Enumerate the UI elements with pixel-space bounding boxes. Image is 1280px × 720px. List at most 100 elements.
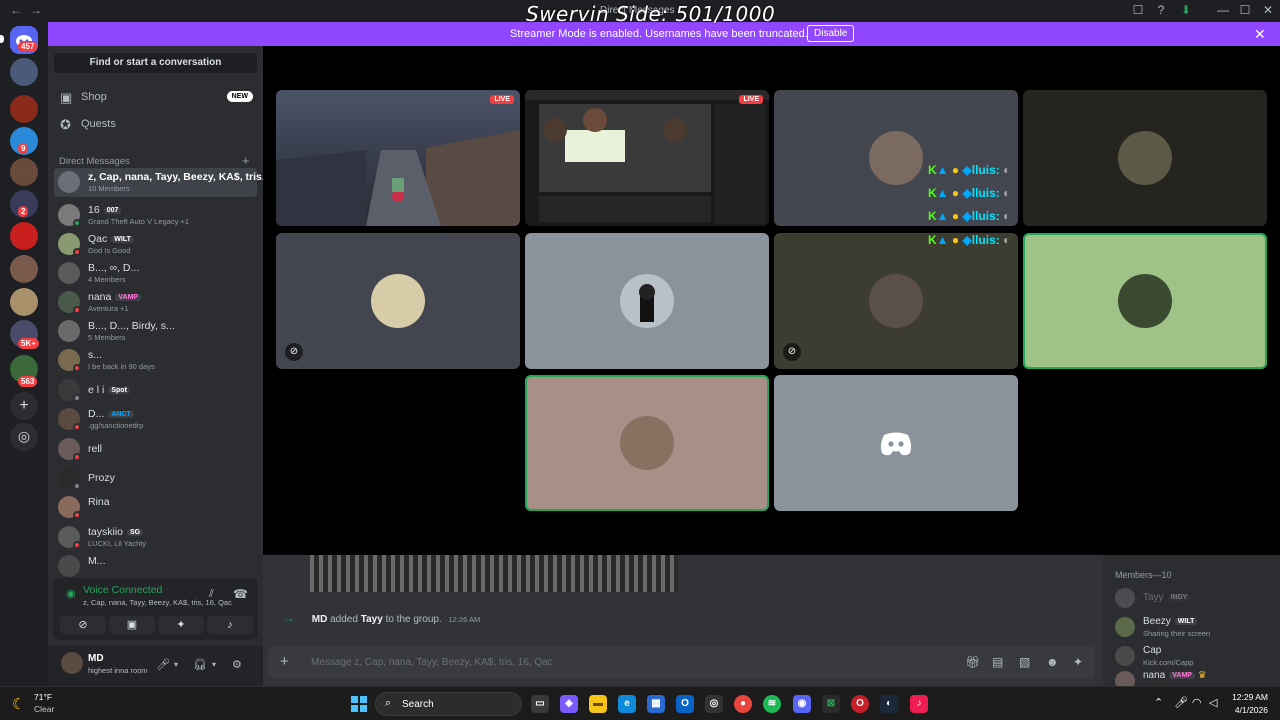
dm-item[interactable]: Rina bbox=[54, 493, 257, 522]
task-view-icon[interactable]: ▭ bbox=[531, 695, 549, 713]
dm-item[interactable]: Prozy bbox=[54, 464, 257, 493]
participant-tile[interactable] bbox=[774, 375, 1018, 511]
participant-tile[interactable] bbox=[1023, 90, 1267, 226]
emoji-icon[interactable]: ☻ bbox=[1046, 655, 1059, 669]
server-icon[interactable] bbox=[10, 58, 38, 86]
chevron-down-icon[interactable]: ▾ bbox=[212, 660, 216, 669]
message-input[interactable]: Message z, Cap, nana, Tayy, Beezy, KA$, … bbox=[311, 657, 553, 668]
member-item[interactable]: Beezy WILT Sharing their screen bbox=[1115, 615, 1275, 641]
microphone-icon[interactable]: 🎤︎ bbox=[156, 658, 170, 671]
stream-tile-screen[interactable]: LIVE bbox=[525, 90, 769, 226]
copilot-icon[interactable]: ◈ bbox=[560, 695, 578, 713]
discord-icon[interactable]: ◉ bbox=[793, 695, 811, 713]
gear-icon[interactable]: ⚙ bbox=[232, 658, 242, 671]
members-panel: Members—10 Tayy INDY Beezy WILT Sharing th… bbox=[1103, 555, 1280, 691]
tiktok-icon[interactable]: ♪ bbox=[910, 695, 928, 713]
member-item[interactable]: Cap Kick.com/Capp bbox=[1115, 644, 1275, 670]
outlook-icon[interactable]: O bbox=[676, 695, 694, 713]
sticker-icon[interactable]: ▧ bbox=[1019, 655, 1030, 669]
chevron-down-icon[interactable]: ▾ bbox=[174, 660, 178, 669]
maximize-icon[interactable]: ☐ bbox=[1236, 3, 1254, 19]
activities-button[interactable]: ✦ bbox=[158, 616, 204, 634]
chat-image-attachment[interactable] bbox=[310, 555, 678, 592]
message-composer[interactable]: + Message z, Cap, nana, Tayy, Beezy, KA$… bbox=[268, 646, 1095, 679]
forward-arrow-icon[interactable]: → bbox=[30, 3, 42, 17]
voice-status[interactable]: Voice Connected bbox=[83, 584, 162, 596]
discover-icon[interactable]: ◎ bbox=[10, 423, 38, 451]
dm-item[interactable]: nana VAMP Aventura +1 bbox=[54, 288, 257, 317]
participant-tile[interactable]: ⊘ bbox=[774, 233, 1018, 369]
chrome-icon[interactable]: ● bbox=[734, 695, 752, 713]
dm-item[interactable]: D... ANCT .gg/sanctionedrp bbox=[54, 405, 257, 434]
quests-nav-item[interactable]: ✪ Quests bbox=[58, 114, 253, 136]
hidden-video-icon[interactable]: ⊘ bbox=[285, 343, 303, 361]
chevron-up-icon[interactable]: ⌃ bbox=[1154, 696, 1163, 709]
microphone-tray-icon[interactable]: 🎤︎ bbox=[1174, 696, 1188, 709]
server-icon[interactable] bbox=[10, 158, 38, 186]
create-dm-icon[interactable]: + bbox=[242, 153, 250, 168]
camera-off-button[interactable]: ⊘ bbox=[60, 616, 106, 634]
dm-item-group[interactable]: z, Cap, nana, Tayy, Beezy, KA$, tris... … bbox=[54, 168, 271, 197]
server-icon[interactable] bbox=[10, 222, 38, 250]
dm-item[interactable]: rell bbox=[54, 435, 257, 464]
server-icon[interactable] bbox=[10, 288, 38, 316]
dm-item[interactable]: M... bbox=[54, 552, 257, 581]
server-icon[interactable] bbox=[10, 95, 38, 123]
banner-close-icon[interactable]: ✕ bbox=[1254, 26, 1266, 43]
attach-plus-icon[interactable]: + bbox=[280, 653, 289, 670]
live-badge: LIVE bbox=[490, 95, 514, 104]
close-window-icon[interactable]: ✕ bbox=[1259, 3, 1277, 19]
shop-nav-item[interactable]: ▣ Shop NEW bbox=[58, 87, 253, 109]
xbox-icon[interactable]: ⊠ bbox=[822, 695, 840, 713]
server-icon[interactable] bbox=[10, 255, 38, 283]
back-arrow-icon[interactable]: ← bbox=[10, 3, 22, 17]
avatar[interactable] bbox=[61, 652, 83, 674]
file-explorer-icon[interactable]: ▬ bbox=[589, 695, 607, 713]
minimize-icon[interactable]: — bbox=[1214, 3, 1232, 19]
wifi-icon[interactable]: ◠ bbox=[1192, 696, 1202, 709]
windows-start-icon[interactable] bbox=[351, 696, 367, 712]
dm-item[interactable]: e l i Spot bbox=[54, 376, 257, 405]
apps-icon[interactable]: ✦ bbox=[1073, 655, 1083, 669]
gift-icon[interactable]: 🎁︎ bbox=[965, 655, 980, 669]
find-conversation-input[interactable]: Find or start a conversation bbox=[54, 53, 257, 73]
app-icon[interactable]: ◎ bbox=[705, 695, 723, 713]
participant-tile-speaking[interactable] bbox=[525, 375, 769, 511]
dm-item[interactable]: 16 007 Grand Theft Auto V Legacy +1 bbox=[54, 201, 257, 230]
volume-icon[interactable]: ◁ bbox=[1209, 696, 1217, 709]
soundboard-button[interactable]: ♪ bbox=[207, 616, 253, 634]
steam-icon[interactable]: ◐ bbox=[880, 695, 898, 713]
participant-tile[interactable] bbox=[774, 90, 1018, 226]
spotify-icon[interactable]: ≋ bbox=[763, 695, 781, 713]
signal-icon[interactable]: ◉ bbox=[66, 587, 76, 600]
taskbar-search[interactable]: ⌕ Search bbox=[375, 692, 522, 716]
download-icon[interactable]: ⬇ bbox=[1177, 3, 1195, 19]
participant-avatar bbox=[620, 416, 674, 470]
headphones-icon[interactable]: 🎧︎ bbox=[193, 658, 207, 671]
store-icon[interactable]: ▦ bbox=[647, 695, 665, 713]
stream-tile-gta[interactable]: LIVE bbox=[276, 90, 520, 226]
taskbar-clock[interactable]: 12:29 AM 4/1/2026 bbox=[1222, 692, 1268, 715]
status-dot bbox=[73, 219, 81, 227]
hidden-video-icon[interactable]: ⊘ bbox=[783, 343, 801, 361]
dm-item[interactable]: B..., D..., Birdy, s... 5 Members bbox=[54, 317, 257, 346]
gif-icon[interactable]: ▤ bbox=[992, 655, 1003, 669]
participant-tile[interactable]: ⊘ bbox=[276, 233, 520, 369]
inbox-icon[interactable]: ☐ bbox=[1129, 3, 1147, 19]
participant-tile[interactable] bbox=[525, 233, 769, 369]
dm-item[interactable]: tayskiio SG LUCKI, Lil Yachty bbox=[54, 523, 257, 552]
add-server-icon[interactable]: + bbox=[10, 392, 38, 420]
opera-icon[interactable]: O bbox=[851, 695, 869, 713]
screen-share-button[interactable]: ▣ bbox=[109, 616, 155, 634]
member-item[interactable]: Tayy INDY bbox=[1115, 586, 1275, 612]
member-name: Beezy WILT bbox=[1143, 616, 1198, 627]
edge-icon[interactable]: e bbox=[618, 695, 636, 713]
participant-tile-speaking[interactable] bbox=[1023, 233, 1267, 369]
dm-item[interactable]: B..., ∞, D... 4 Members bbox=[54, 259, 257, 288]
dm-item[interactable]: Qac WILT God Is Good bbox=[54, 230, 257, 259]
disable-button[interactable]: Disable bbox=[807, 25, 855, 42]
disconnect-icon[interactable]: ☎ bbox=[233, 587, 248, 601]
noise-suppression-icon[interactable]: ⫽ bbox=[209, 588, 214, 601]
help-icon[interactable]: ? bbox=[1152, 3, 1170, 19]
dm-item[interactable]: s... I be back in 90 days bbox=[54, 346, 257, 375]
